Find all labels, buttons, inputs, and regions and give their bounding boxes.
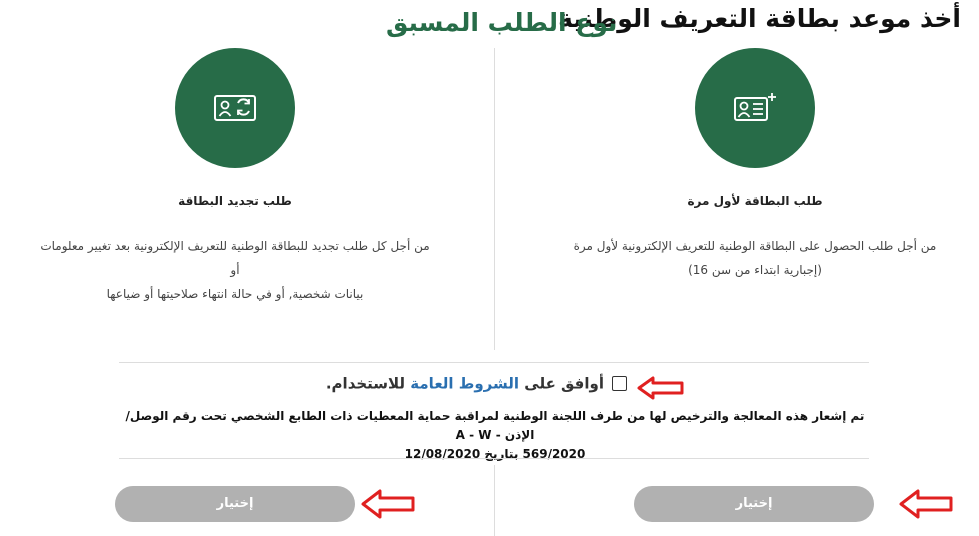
- id-card-add-icon: [734, 93, 776, 121]
- terms-suffix: للاستخدام.: [325, 374, 411, 393]
- card-description-line: بيانات شخصية, أو في حالة انتهاء صلاحيتها…: [106, 287, 364, 301]
- choose-renewal-button[interactable]: إختيار: [115, 486, 355, 522]
- legal-notice: تم إشعار هذه المعالجة والترخيص لها من طر…: [115, 407, 875, 464]
- card-title: طلب البطاقة لأول مرة: [687, 194, 823, 208]
- annotation-arrow-icon: [361, 489, 415, 519]
- page: أخذ موعد بطاقة التعريف الوطنية نوع الطلب…: [0, 0, 979, 536]
- card-description-line: من أجل طلب الحصول على البطاقة الوطنية لل…: [573, 239, 937, 253]
- terms-link[interactable]: الشروط العامة: [410, 375, 519, 393]
- legal-notice-line: 569/2020 بتاريخ 12/08/2020: [404, 447, 586, 461]
- terms-checkbox[interactable]: [612, 376, 627, 391]
- card-description: من أجل طلب الحصول على البطاقة الوطنية لل…: [555, 234, 955, 282]
- separator: [119, 362, 869, 363]
- column-divider: [494, 465, 495, 536]
- terms-row: أوافق على الشروط العامة للاستخدام.: [200, 373, 627, 399]
- column-divider: [494, 48, 495, 350]
- card-description-line: من أجل كل طلب تجديد للبطاقة الوطنية للتع…: [40, 239, 430, 277]
- card-renewal: طلب تجديد البطاقة من أجل كل طلب تجديد لل…: [35, 48, 435, 306]
- legal-notice-line: تم إشعار هذه المعالجة والترخيص لها من طر…: [125, 409, 865, 442]
- separator: [119, 458, 869, 459]
- terms-label: أوافق على الشروط العامة للاستخدام.: [326, 375, 604, 393]
- page-title: أخذ موعد بطاقة التعريف الوطنية: [558, 4, 961, 33]
- card-icon-circle: [695, 48, 815, 168]
- card-description: من أجل كل طلب تجديد للبطاقة الوطنية للتع…: [35, 234, 435, 306]
- annotation-arrow-icon: [637, 376, 684, 400]
- choose-first-time-button[interactable]: إختيار: [634, 486, 874, 522]
- terms-prefix: أوافق على: [519, 374, 604, 393]
- section-title: نوع الطلب المسبق: [386, 8, 618, 37]
- card-icon-circle: [175, 48, 295, 168]
- card-title: طلب تجديد البطاقة: [178, 194, 292, 208]
- annotation-arrow-icon: [899, 489, 953, 519]
- card-first-time: طلب البطاقة لأول مرة من أجل طلب الحصول ع…: [555, 48, 955, 282]
- card-description-line: (إجبارية ابتداء من سن 16): [688, 263, 822, 277]
- id-card-renew-icon: [214, 95, 256, 121]
